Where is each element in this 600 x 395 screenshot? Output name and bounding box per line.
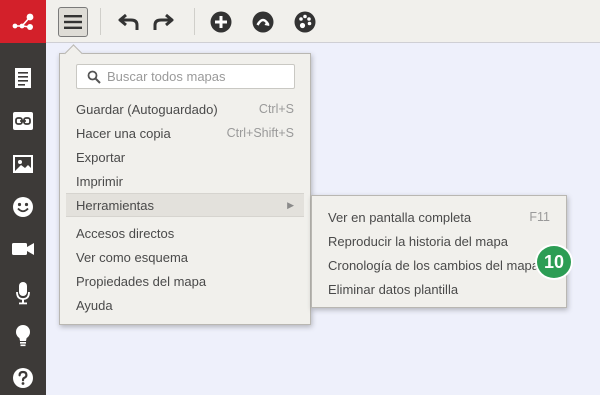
connect-icon[interactable] [250,7,276,37]
menu-item-save[interactable]: Guardar (Autoguardado) Ctrl+S [60,97,310,121]
toolbar-divider [100,8,101,35]
menu-item-export[interactable]: Exportar [60,145,310,169]
help-icon[interactable] [0,358,46,395]
link-icon[interactable] [0,101,46,141]
toolbar-divider [194,8,195,35]
menu-item-make-copy[interactable]: Hacer una copia Ctrl+Shift+S [60,121,310,145]
menu-item-label: Accesos directos [76,225,175,241]
step-badge: 10 [535,244,573,280]
tools-submenu: Ver en pantalla completa F11 Reproducir … [311,195,567,308]
menu-item-label: Herramientas [76,197,155,213]
lightbulb-icon[interactable] [0,316,46,356]
menu-item-map-properties[interactable]: Propiedades del mapa [60,269,310,293]
video-camera-icon[interactable] [0,229,46,269]
chevron-right-icon: ▶ [287,199,294,210]
menu-item-label: Ver como esquema [76,249,189,265]
menu-item-print[interactable]: Imprimir [60,169,310,193]
document-icon[interactable] [0,58,46,98]
palette-icon[interactable] [292,7,318,37]
submenu-item-label: Reproducir la historia del mapa [328,233,508,249]
menu-item-label: Imprimir [76,173,123,189]
left-rail [0,0,46,395]
redo-icon[interactable] [150,7,176,37]
submenu-item-delete-template-data[interactable]: Eliminar datos plantilla [312,277,566,301]
submenu-item-replay-history[interactable]: Reproducir la historia del mapa [312,229,566,253]
menu-item-shortcut: Ctrl+S [258,102,294,116]
menu-item-label: Guardar (Autoguardado) [76,101,218,117]
search-icon [87,70,101,84]
submenu-item-label: Eliminar datos plantilla [328,281,459,297]
main-menu-dropdown: Guardar (Autoguardado) Ctrl+S Hacer una … [59,53,311,325]
image-icon[interactable] [0,144,46,184]
hamburger-menu-icon[interactable] [58,7,88,37]
undo-icon[interactable] [116,7,142,37]
menu-item-tools[interactable]: Herramientas ▶ [66,193,304,217]
menu-item-shortcuts[interactable]: Accesos directos [60,221,310,245]
submenu-item-fullscreen[interactable]: Ver en pantalla completa F11 [312,205,566,229]
menu-item-label: Exportar [76,149,126,165]
smiley-icon[interactable] [0,187,46,227]
submenu-item-label: Cronología de los cambios del mapa [328,257,540,273]
menu-item-view-outline[interactable]: Ver como esquema [60,245,310,269]
search-box [76,64,295,89]
search-input[interactable] [107,69,287,84]
submenu-item-label: Ver en pantalla completa [328,209,472,225]
top-toolbar [46,0,600,43]
microphone-icon[interactable] [0,273,46,313]
menu-item-label: Ayuda [76,297,113,313]
menu-item-label: Hacer una copia [76,125,171,141]
add-icon[interactable] [208,7,234,37]
menu-item-label: Propiedades del mapa [76,273,207,289]
menu-item-shortcut: Ctrl+Shift+S [226,126,294,140]
submenu-item-change-timeline[interactable]: Cronología de los cambios del mapa [312,253,566,277]
submenu-item-shortcut: F11 [529,210,550,224]
mindmap-logo-icon[interactable] [0,0,46,43]
menu-item-help[interactable]: Ayuda [60,293,310,317]
